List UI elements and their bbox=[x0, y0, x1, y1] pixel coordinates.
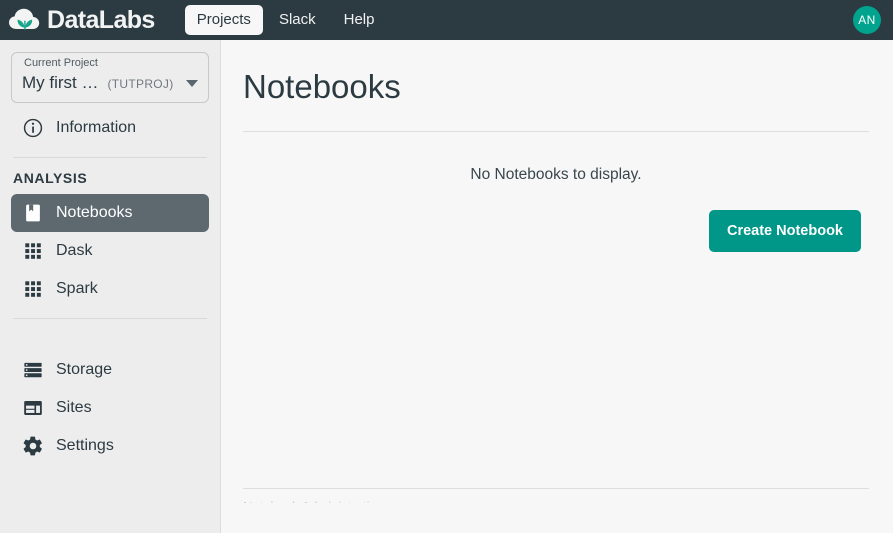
create-notebook-button[interactable]: Create Notebook bbox=[708, 210, 861, 253]
sidebar-item-label-dask: Dask bbox=[56, 242, 93, 259]
sidebar-item-notebooks[interactable]: Notebooks bbox=[11, 194, 209, 232]
grid-dots-icon bbox=[22, 240, 44, 262]
brand-name: DataLabs bbox=[47, 5, 155, 34]
chevron-down-icon bbox=[186, 79, 198, 87]
sidebar-item-label-spark: Spark bbox=[56, 280, 98, 297]
empty-state-message: No Notebooks to display. bbox=[470, 166, 642, 184]
sidebar-item-spark[interactable]: Spark bbox=[11, 270, 209, 308]
app-window: DataLabs Projects Slack Help AN Current … bbox=[0, 0, 893, 533]
grid-dots-icon bbox=[22, 278, 44, 300]
brand-logo-link[interactable]: DataLabs bbox=[8, 7, 155, 33]
top-navigation-bar: DataLabs Projects Slack Help AN bbox=[0, 0, 893, 40]
current-project-selector[interactable]: Current Project My first … (TUTPROJ) bbox=[11, 52, 209, 103]
sidebar-divider-bottom bbox=[13, 318, 207, 319]
sidebar-item-dask[interactable]: Dask bbox=[11, 232, 209, 270]
notebook-icon bbox=[22, 202, 44, 224]
sidebar-section-analysis: ANALYSIS bbox=[13, 170, 88, 186]
page-body: Current Project My first … (TUTPROJ) Inf… bbox=[0, 40, 893, 533]
sidebar-divider-top bbox=[13, 157, 207, 158]
top-nav-items: Projects Slack Help bbox=[184, 5, 387, 35]
storage-stack-icon bbox=[22, 359, 44, 381]
sidebar-item-label-notebooks: Notebooks bbox=[56, 204, 133, 221]
gear-icon bbox=[22, 435, 44, 457]
current-project-label: Current Project bbox=[20, 57, 102, 69]
sidebar-item-label-sites: Sites bbox=[56, 399, 92, 416]
current-project-name: My first … bbox=[22, 73, 99, 92]
sidebar-item-label-settings: Settings bbox=[56, 437, 114, 454]
page-title: Notebooks bbox=[243, 68, 401, 105]
sidebar-item-information[interactable]: Information bbox=[11, 109, 209, 147]
footer-area: Notebook Administration bbox=[243, 489, 869, 503]
main-content: Notebooks No Notebooks to display. Creat… bbox=[221, 40, 893, 533]
current-project-code: (TUTPROJ) bbox=[107, 77, 174, 91]
footer-text: Notebook Administration bbox=[243, 499, 384, 503]
sidebar-item-settings[interactable]: Settings bbox=[11, 427, 209, 465]
user-avatar[interactable]: AN bbox=[853, 6, 881, 34]
sidebar-item-label-information: Information bbox=[56, 119, 137, 136]
cloud-leaf-logo-icon bbox=[8, 7, 42, 33]
action-row: Create Notebook bbox=[243, 210, 869, 253]
nav-item-projects[interactable]: Projects bbox=[184, 5, 263, 35]
info-circle-icon bbox=[22, 117, 44, 139]
sidebar-item-sites[interactable]: Sites bbox=[11, 389, 209, 427]
sidebar-item-storage[interactable]: Storage bbox=[11, 351, 209, 389]
sidebar-item-label-storage: Storage bbox=[56, 361, 113, 378]
sites-layout-icon bbox=[22, 397, 44, 419]
nav-item-slack[interactable]: Slack bbox=[267, 5, 328, 35]
nav-item-help[interactable]: Help bbox=[332, 5, 387, 35]
sidebar: Current Project My first … (TUTPROJ) Inf… bbox=[0, 40, 221, 533]
